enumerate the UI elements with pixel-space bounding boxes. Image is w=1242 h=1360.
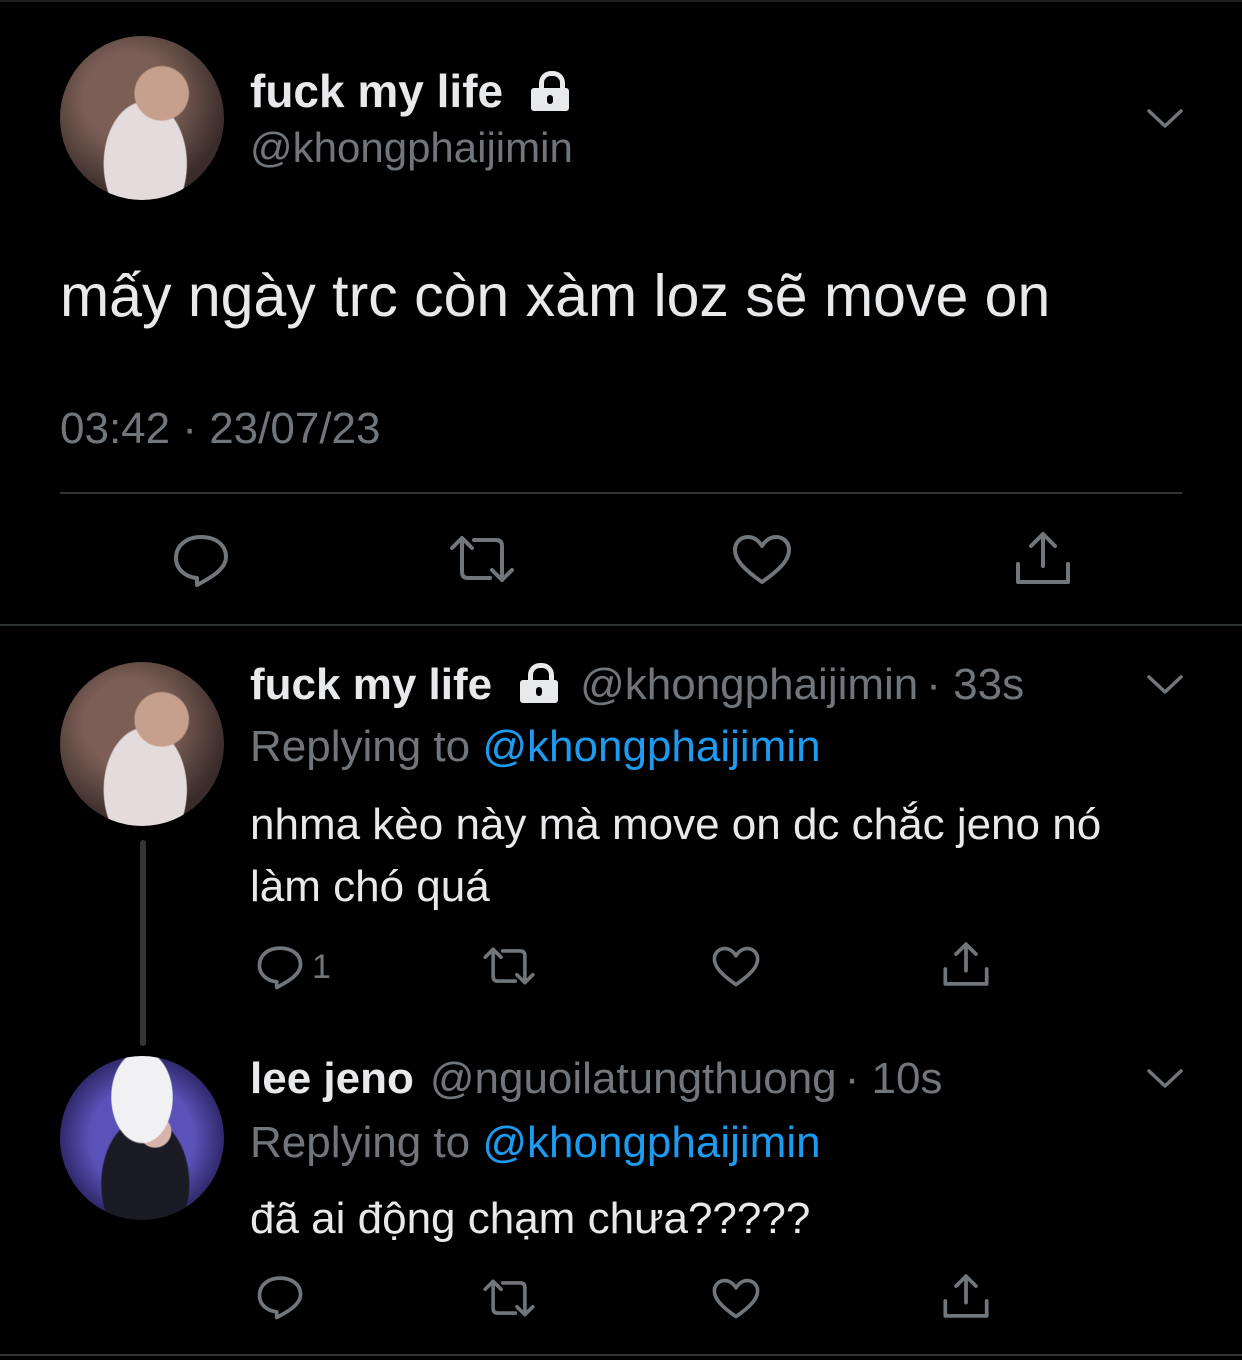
- handle[interactable]: @khongphaijimin: [580, 660, 918, 709]
- reply-header: fuck my life @khongphaijimin · 33s: [250, 660, 1024, 710]
- mention-link[interactable]: @khongphaijimin: [482, 1118, 820, 1167]
- lock-icon: [518, 663, 560, 703]
- replying-to: Replying to @khongphaijimin: [250, 1118, 821, 1168]
- replying-to-label: Replying to: [250, 1118, 471, 1167]
- retweet-icon[interactable]: [482, 946, 536, 986]
- share-icon[interactable]: [942, 1272, 990, 1320]
- relative-time[interactable]: · 10s: [845, 1054, 943, 1103]
- chevron-down-icon[interactable]: [1146, 672, 1184, 698]
- timestamp[interactable]: 03:42 · 23/07/23: [60, 404, 380, 454]
- avatar[interactable]: [60, 36, 224, 200]
- reply-count: 1: [312, 948, 331, 986]
- lock-icon: [529, 71, 571, 111]
- like-icon[interactable]: [712, 946, 760, 988]
- retweet-icon[interactable]: [448, 534, 516, 584]
- reply-icon[interactable]: [172, 532, 230, 588]
- reply-header: lee jeno @nguoilatungthuong · 10s: [250, 1054, 942, 1104]
- reply-icon[interactable]: [256, 944, 304, 990]
- like-icon[interactable]: [712, 1278, 760, 1320]
- display-name-text: fuck my life: [250, 65, 504, 117]
- tweet-text-line: nhma kèo này mà move on dc chắc jeno nó: [250, 800, 1102, 849]
- bottom-divider: [0, 1354, 1242, 1356]
- reply-icon[interactable]: [256, 1274, 304, 1320]
- display-name[interactable]: fuck my life: [250, 64, 571, 118]
- retweet-icon[interactable]: [482, 1278, 536, 1318]
- avatar[interactable]: [60, 1056, 224, 1220]
- tweet-text: mấy ngày trc còn xàm loz sẽ move on: [60, 263, 1051, 329]
- share-icon[interactable]: [1014, 530, 1072, 586]
- chevron-down-icon[interactable]: [1146, 1066, 1184, 1092]
- display-name[interactable]: lee jeno: [250, 1054, 414, 1103]
- thread-connector: [140, 840, 146, 1046]
- handle[interactable]: @nguoilatungthuong: [430, 1054, 837, 1103]
- share-icon[interactable]: [942, 940, 990, 988]
- top-separator: [0, 0, 1242, 2]
- tweet-text-line: làm chó quá: [250, 862, 490, 911]
- handle[interactable]: @khongphaijimin: [250, 124, 573, 172]
- display-name[interactable]: fuck my life: [250, 660, 492, 709]
- section-divider: [0, 624, 1242, 626]
- replying-to-label: Replying to: [250, 722, 471, 771]
- tweet-text: đã ai động chạm chưa?????: [250, 1194, 811, 1243]
- avatar[interactable]: [60, 662, 224, 826]
- like-icon[interactable]: [732, 534, 792, 586]
- replying-to: Replying to @khongphaijimin: [250, 722, 821, 772]
- relative-time[interactable]: · 33s: [926, 660, 1024, 709]
- chevron-down-icon[interactable]: [1146, 106, 1184, 132]
- mention-link[interactable]: @khongphaijimin: [482, 722, 820, 771]
- divider: [60, 492, 1182, 494]
